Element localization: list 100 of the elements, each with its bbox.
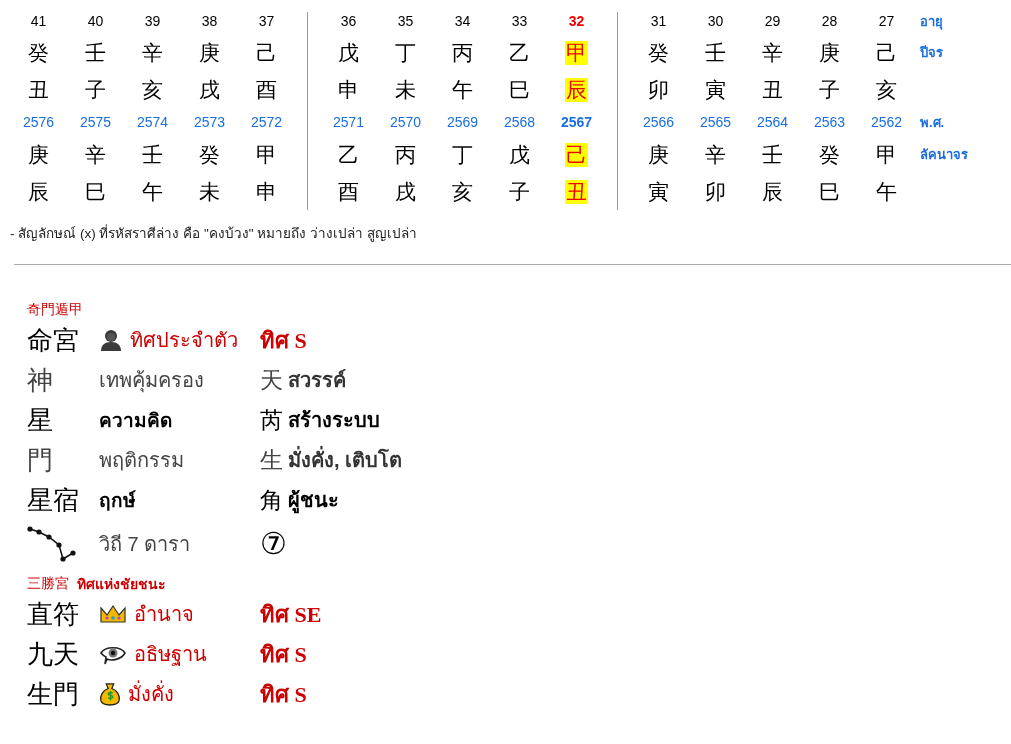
label-character: 生門 [27, 678, 80, 711]
branch-character: 戌 [394, 179, 417, 204]
stem-character: 辛 [704, 142, 727, 167]
label-text: อำนาจ [134, 602, 194, 627]
stem-character: 辛 [84, 142, 107, 167]
branch-character: 辰 [761, 179, 784, 204]
stem-character: 甲 [255, 142, 278, 167]
stem-character: 癸 [647, 40, 670, 65]
branch-character: 丑 [27, 77, 50, 102]
label-character: 命宮 [27, 324, 80, 357]
stem-character: 戊 [508, 142, 531, 167]
age-number: 36 [340, 13, 357, 29]
age-number: 40 [87, 13, 104, 29]
branch-character: 申 [255, 179, 278, 204]
branch-character: 子 [818, 77, 841, 102]
label-character: 星 [27, 404, 54, 437]
branch-character: 午 [141, 179, 164, 204]
label-text: ฤกษ์ [99, 489, 136, 513]
stem-character: 癸 [818, 142, 841, 167]
symbol-character: 芮 [260, 406, 283, 435]
stem-character: 庚 [198, 40, 221, 65]
stem-character: 辛 [141, 40, 164, 65]
year-number: 2564 [756, 114, 789, 130]
year-number: 2566 [642, 114, 675, 130]
footnote-text: - สัญลักษณ์ (x) ที่รหัสราศีล่าง คือ "คงบ้วง" หมายถึง ว่างเปล่า สูญเปล่า [10, 223, 418, 244]
stem-character: 辛 [761, 40, 784, 65]
label-character: 直符 [27, 598, 80, 631]
label-text: ความคิด [99, 409, 172, 433]
symbol-character: 生 [260, 446, 283, 475]
year-number: 2567 [560, 114, 593, 130]
branch-character: 丑 [761, 77, 784, 102]
branch-character: 亥 [875, 77, 898, 102]
stem-character: 癸 [198, 142, 221, 167]
year-number: 2575 [79, 114, 112, 130]
year-number: 2563 [813, 114, 846, 130]
section-heading: 三勝宮 [27, 575, 69, 593]
symbol-character: 角 [260, 486, 283, 515]
branch-character: 酉 [337, 179, 360, 204]
branch-character: 戌 [198, 77, 221, 102]
label-character: 門 [27, 444, 54, 477]
stem-character: 庚 [818, 40, 841, 65]
label-text: อธิษฐาน [134, 642, 207, 668]
year-number: 2573 [193, 114, 226, 130]
money-bag-icon [99, 682, 121, 706]
branch-character: 亥 [451, 179, 474, 204]
ascendant-label: ลัคนาจร [920, 146, 968, 164]
stem-character: 丙 [451, 40, 474, 65]
label-character: 星宿 [27, 484, 80, 517]
symbol-character: 天 [260, 366, 283, 395]
age-number: 39 [144, 13, 161, 29]
label-character: 神 [27, 364, 54, 397]
value-text: สร้างระบบ [288, 408, 380, 433]
stem-character: 乙 [508, 40, 531, 65]
stem-character: 庚 [647, 142, 670, 167]
age-number: 31 [650, 13, 667, 29]
direction-text: ทิศ SE [260, 600, 323, 629]
branch-character: 丑 [565, 179, 588, 204]
stem-character: 庚 [27, 142, 50, 167]
branch-character: 辰 [27, 179, 50, 204]
branch-character: 午 [451, 77, 474, 102]
age-number: 38 [201, 13, 218, 29]
stem-character: 丁 [451, 142, 474, 167]
person-icon [99, 328, 123, 352]
branch-character: 未 [198, 179, 221, 204]
stem-character: 丙 [394, 142, 417, 167]
stem-character: 甲 [875, 142, 898, 167]
branch-character: 子 [84, 77, 107, 102]
branch-character: 巳 [818, 179, 841, 204]
branch-character: 巳 [508, 77, 531, 102]
age-number: 35 [397, 13, 414, 29]
stem-character: 壬 [704, 40, 727, 65]
branch-character: 亥 [141, 77, 164, 102]
stem-character: 己 [255, 40, 278, 65]
label-text: วิถี 7 ดารา [99, 532, 191, 557]
branch-character: 寅 [647, 179, 670, 204]
age-number: 30 [707, 13, 724, 29]
value-text: ผู้ชนะ [288, 484, 339, 516]
age-number: 28 [821, 13, 838, 29]
stem-character: 戊 [337, 40, 360, 65]
value-text: สวรรค์ [288, 368, 346, 393]
stem-character: 壬 [141, 142, 164, 167]
branch-character: 寅 [704, 77, 727, 102]
stem-character: 甲 [565, 40, 588, 65]
stem-character: 己 [565, 142, 588, 167]
direction-text: ทิศ S [260, 640, 308, 669]
label-text: มั่งคั่ง [128, 678, 174, 710]
year-number: 2572 [250, 114, 283, 130]
year-number: 2569 [446, 114, 479, 130]
stem-character: 己 [875, 40, 898, 65]
section-heading: 奇門遁甲 [27, 301, 83, 319]
branch-character: 卯 [704, 179, 727, 204]
stem-character: 壬 [84, 40, 107, 65]
year-label: ปีจร [920, 44, 943, 62]
label-text: พฤติกรรม [99, 448, 184, 473]
branch-character: 卯 [647, 77, 670, 102]
age-number: 41 [30, 13, 47, 29]
age-number: 29 [764, 13, 781, 29]
circled-number: ⑦ [260, 529, 288, 559]
branch-character: 巳 [84, 179, 107, 204]
section-subheading: ทิศแห่งชัยชนะ [77, 576, 166, 594]
